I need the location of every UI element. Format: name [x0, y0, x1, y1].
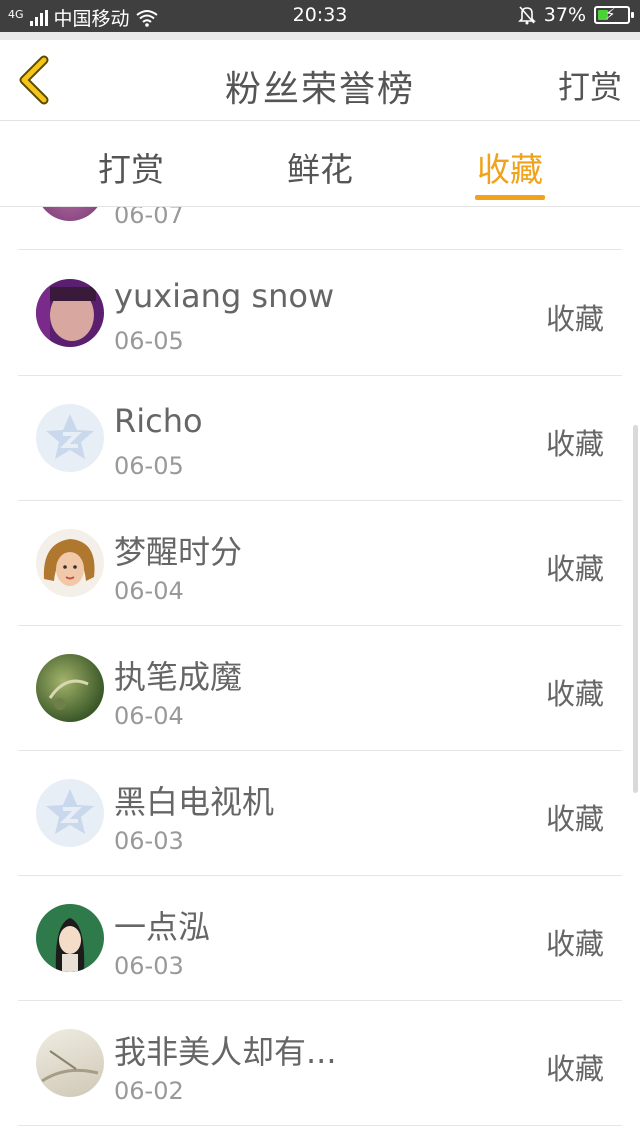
list-item[interactable]: yuxiang snow 06-05 收藏: [0, 251, 640, 376]
row-divider: [18, 249, 622, 250]
item-date: 06-03: [114, 827, 184, 855]
default-avatar-icon: [46, 789, 94, 834]
tab-bar: 打赏 鲜花 收藏: [0, 121, 640, 207]
tab-favorites[interactable]: 收藏: [455, 143, 565, 191]
status-right: 37% ⚡: [517, 4, 634, 26]
avatar: [36, 404, 104, 472]
avatar: [36, 1029, 104, 1097]
battery-percent: 37%: [543, 4, 586, 26]
item-date: 06-03: [114, 952, 184, 980]
default-avatar-icon: [46, 414, 94, 459]
item-name: 我非美人却有...: [114, 1033, 337, 1071]
list-item[interactable]: 一点泓 06-03 收藏: [0, 876, 640, 1001]
item-name: yuxiang snow: [114, 277, 335, 315]
item-name: Richo: [114, 402, 203, 440]
header: 粉丝荣誉榜 打赏: [0, 40, 640, 120]
charging-icon: ⚡: [605, 5, 616, 23]
item-action: 收藏: [545, 802, 604, 836]
item-date: 06-05: [114, 452, 184, 480]
status-bar: 4G 中国移动 20:33 37% ⚡: [0, 0, 640, 32]
item-name: 一点泓: [114, 908, 211, 946]
fan-list[interactable]: 06-07 yuxiang snow 06-05 收藏 Richo 06-05 …: [0, 207, 640, 1138]
item-date: 06-02: [114, 1077, 184, 1105]
tab-tip[interactable]: 打赏: [76, 143, 186, 191]
list-item[interactable]: 06-07: [0, 207, 640, 250]
scrollbar[interactable]: [633, 425, 638, 793]
bell-muted-icon: [517, 6, 536, 25]
avatar: [36, 207, 104, 221]
item-date: 06-05: [114, 327, 184, 355]
item-action: 收藏: [545, 302, 604, 336]
item-action: 收藏: [545, 552, 604, 586]
item-name: 执笔成魔: [114, 658, 243, 696]
avatar: [36, 529, 104, 597]
tab-flowers[interactable]: 鲜花: [265, 143, 375, 191]
item-action: 收藏: [545, 677, 604, 711]
item-action: 收藏: [545, 1052, 604, 1086]
status-strip: [0, 32, 640, 40]
list-item[interactable]: Richo 06-05 收藏: [0, 376, 640, 501]
tab-indicator: [475, 195, 545, 200]
item-action: 收藏: [545, 927, 604, 961]
item-action: 收藏: [545, 427, 604, 461]
row-divider: [18, 1125, 622, 1126]
item-date: 06-07: [114, 207, 184, 229]
avatar: [36, 279, 104, 347]
tip-button[interactable]: 打赏: [558, 62, 622, 108]
avatar: [36, 779, 104, 847]
item-date: 06-04: [114, 577, 184, 605]
avatar: [36, 904, 104, 972]
page-title: 粉丝荣誉榜: [224, 69, 415, 110]
item-name: 梦醒时分: [114, 533, 243, 571]
list-item[interactable]: 梦醒时分 06-04 收藏: [0, 501, 640, 626]
list-item[interactable]: 黑白电视机 06-03 收藏: [0, 751, 640, 876]
list-item[interactable]: 执笔成魔 06-04 收藏: [0, 626, 640, 751]
battery-icon: ⚡: [594, 5, 634, 24]
item-name: 黑白电视机: [114, 783, 275, 821]
item-date: 06-04: [114, 702, 184, 730]
list-item[interactable]: 我非美人却有... 06-02 收藏: [0, 1001, 640, 1126]
avatar: [36, 654, 104, 722]
